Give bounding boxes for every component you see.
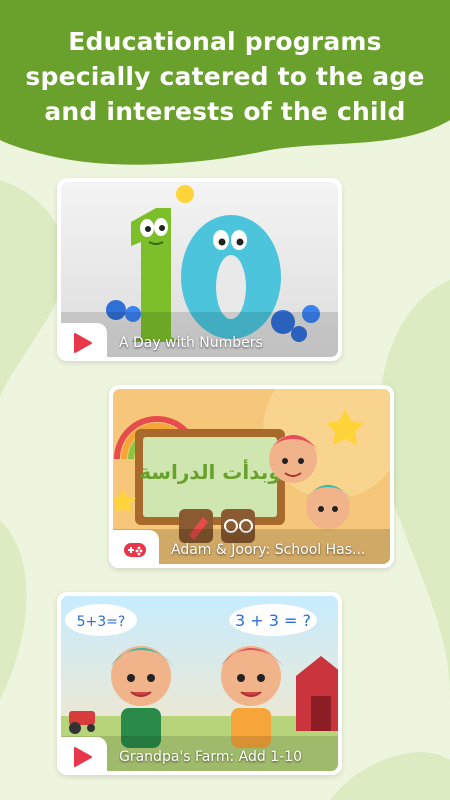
program-card-school[interactable]: وبدأت الدراسة Adam & Joory: School Has..… — [109, 385, 394, 568]
play-icon — [74, 333, 92, 353]
play-icon — [74, 747, 92, 767]
video-badge — [57, 737, 107, 775]
program-title: Grandpa's Farm: Add 1-10 — [119, 749, 302, 765]
gamepad-icon — [124, 543, 146, 557]
program-card-farm[interactable]: 5+3=? 3 + 3 = ? Grandpa's Farm: Add 1-10 — [57, 592, 342, 775]
video-badge — [57, 323, 107, 361]
svg-text:وبدأت الدراسة: وبدأت الدراسة — [139, 458, 281, 484]
headline-line-1: Educational programs — [68, 27, 382, 56]
headline: Educational programs specially catered t… — [20, 24, 430, 129]
game-badge — [109, 530, 159, 568]
svg-text:3 + 3 = ?: 3 + 3 = ? — [235, 611, 311, 630]
svg-text:5+3=?: 5+3=? — [77, 614, 126, 630]
program-title: Adam & Joory: School Has... — [171, 542, 366, 558]
program-card-numbers[interactable]: A Day with Numbers — [57, 178, 342, 361]
program-title: A Day with Numbers — [119, 335, 263, 351]
headline-line-2: specially catered to the age — [25, 62, 425, 91]
headline-line-3: and interests of the child — [44, 97, 406, 126]
